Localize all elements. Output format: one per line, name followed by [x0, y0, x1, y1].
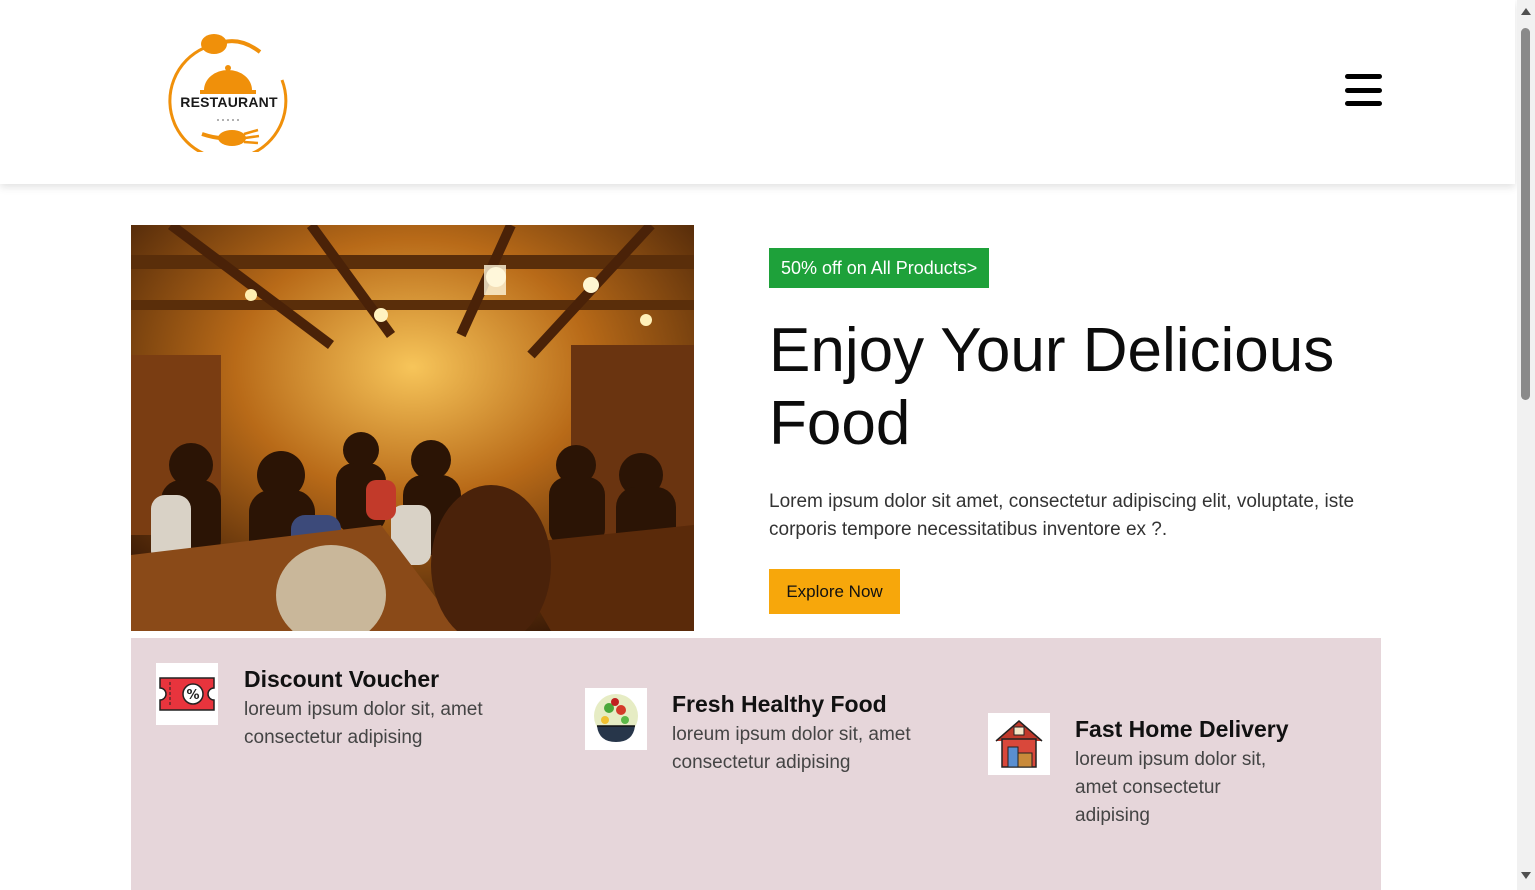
scroll-up-arrow-icon[interactable] — [1521, 8, 1531, 15]
page: RESTAURANT 50% off on All Products> Enjo… — [0, 0, 1517, 890]
restaurant-logo[interactable]: RESTAURANT — [162, 30, 294, 161]
logo-emblem-icon — [168, 34, 288, 161]
feature-title-discount: Discount Voucher — [244, 666, 440, 692]
hero-title: Enjoy Your Delicious Food — [769, 316, 1335, 458]
feature-title-delivery: Fast Home Delivery — [1075, 716, 1289, 742]
feature-text-discount: loreum ipsum dolor sit, amet consectetur… — [244, 699, 483, 748]
scrollbar-thumb[interactable] — [1521, 28, 1530, 400]
hamburger-menu-icon[interactable] — [1345, 74, 1382, 106]
feature-text-delivery: loreum ipsum dolor sit, amet consectetur… — [1075, 749, 1267, 826]
svg-text:%: % — [186, 688, 199, 703]
discount-voucher-icon: % — [156, 663, 218, 725]
feature-text-fresh-food: loreum ipsum dolor sit, amet consectetur… — [672, 724, 911, 773]
scroll-down-arrow-icon[interactable] — [1521, 872, 1531, 879]
hero-description: Lorem ipsum dolor sit amet, consectetur … — [769, 491, 1355, 540]
feature-title-fresh-food: Fresh Healthy Food — [672, 691, 887, 717]
restaurant-interior-image — [131, 225, 694, 631]
features-section: % Discount Voucher loreum ipsum dolor si… — [131, 638, 1381, 890]
salad-bowl-icon — [585, 688, 647, 750]
home-delivery-icon — [988, 713, 1050, 775]
discount-badge[interactable]: 50% off on All Products> — [769, 248, 990, 288]
logo-text: RESTAURANT — [180, 94, 278, 110]
site-header: RESTAURANT — [0, 0, 1515, 184]
vertical-scrollbar[interactable] — [1517, 0, 1535, 890]
explore-now-button[interactable]: Explore Now — [769, 569, 900, 614]
